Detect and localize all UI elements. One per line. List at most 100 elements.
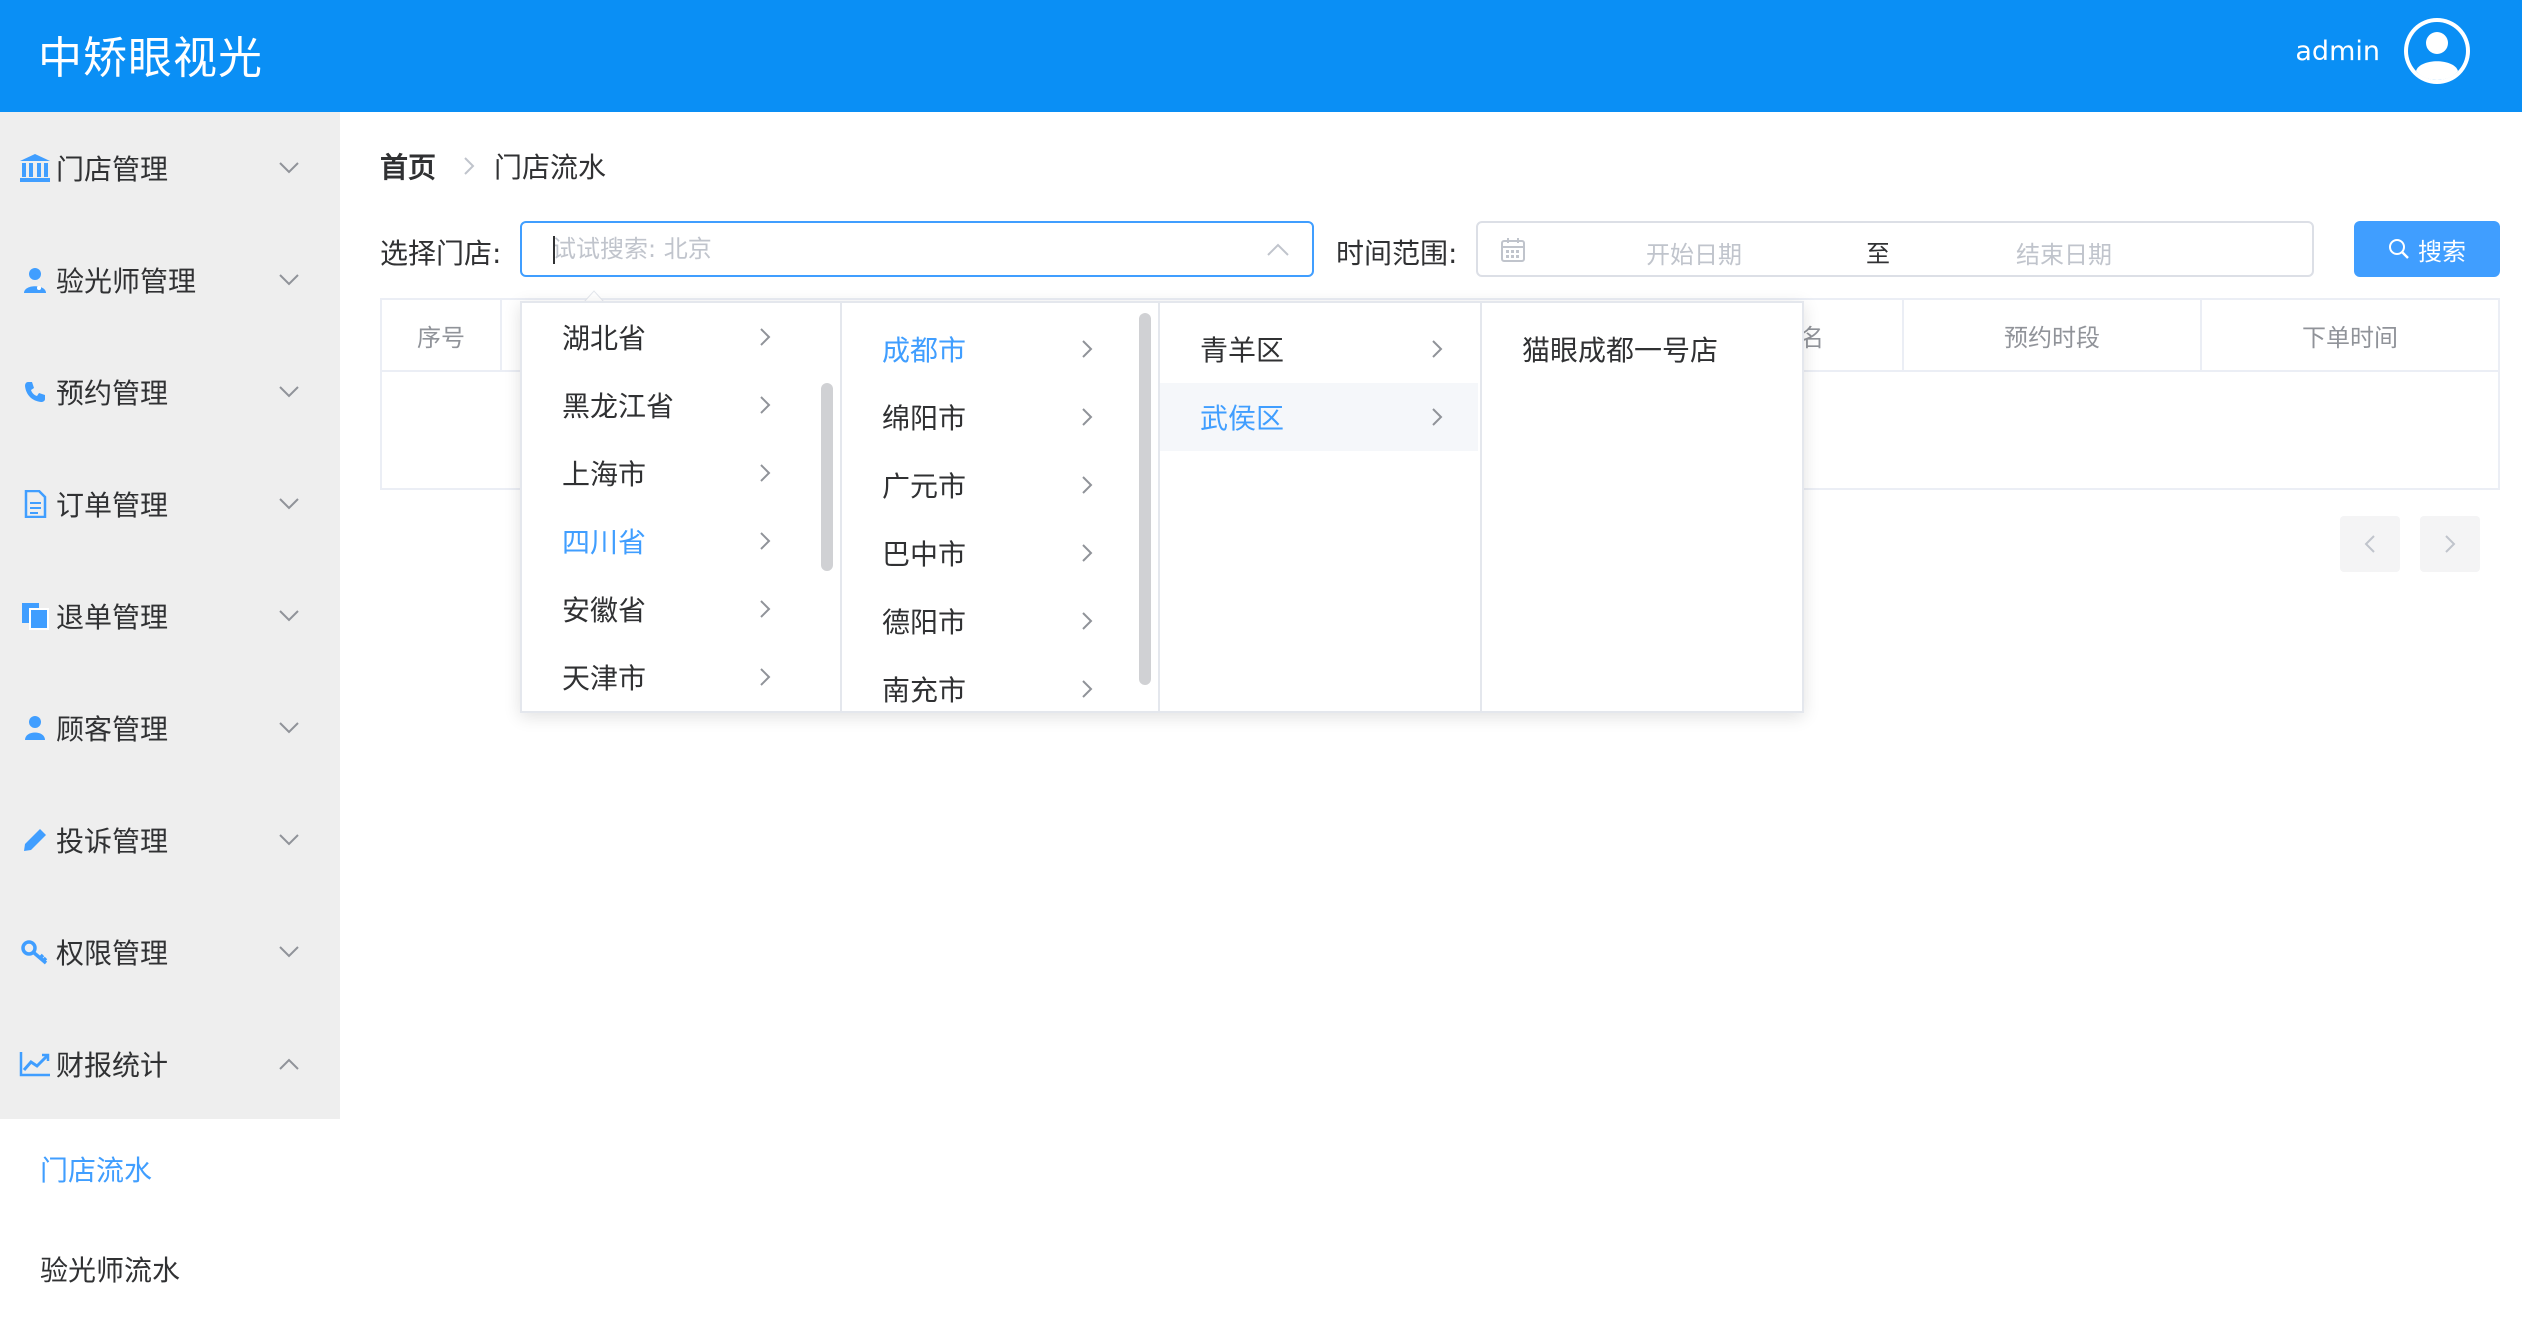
store-cascader-input[interactable] — [520, 221, 1314, 277]
breadcrumb-current: 门店流水 — [494, 151, 607, 184]
document-icon — [18, 487, 52, 521]
chevron-right-icon — [760, 668, 771, 686]
start-date-input[interactable]: 开始日期 — [1646, 235, 1742, 270]
chevron-down-icon — [279, 946, 299, 958]
search-icon — [2389, 239, 2409, 259]
option-label: 广元市 — [882, 470, 967, 503]
submenu-item-store-flow[interactable]: 门店流水 — [0, 1119, 340, 1219]
chevron-right-icon — [760, 532, 771, 550]
district-option-selected[interactable]: 武侯区 — [1160, 383, 1478, 451]
menu-item-complaint[interactable]: 投诉管理 — [0, 784, 340, 896]
city-scrollbar[interactable] — [1139, 313, 1151, 685]
bank-icon — [18, 151, 52, 185]
calendar-icon — [1501, 238, 1525, 262]
city-option-selected[interactable]: 成都市 — [842, 315, 1132, 383]
province-option[interactable]: 上海市 — [522, 439, 812, 507]
search-button-label: 搜索 — [2418, 237, 2466, 266]
range-separator: 至 — [1866, 240, 1890, 268]
menu-item-optometrist[interactable]: 验光师管理 — [0, 224, 340, 336]
province-option[interactable]: 安徽省 — [522, 575, 812, 643]
city-option[interactable]: 绵阳市 — [842, 383, 1132, 451]
cascader-dropdown: 湖北省 黑龙江省 上海市 四川省 安徽省 天津市 成都市 绵阳市 广元市 巴中市… — [520, 301, 1804, 713]
chevron-right-icon — [464, 157, 475, 175]
store-search-input[interactable] — [552, 223, 1252, 275]
option-label: 青羊区 — [1200, 334, 1285, 367]
menu-item-appointment[interactable]: 预约管理 — [0, 336, 340, 448]
username[interactable]: admin — [2295, 36, 2380, 67]
chevron-right-icon — [760, 328, 771, 346]
city-option[interactable]: 南充市 — [842, 655, 1132, 711]
city-option[interactable]: 巴中市 — [842, 519, 1132, 587]
chevron-down-icon — [279, 498, 299, 510]
search-button[interactable]: 搜索 — [2354, 221, 2500, 277]
user-icon — [18, 711, 52, 745]
province-option[interactable]: 黑龙江省 — [522, 371, 812, 439]
chevron-down-icon — [279, 162, 299, 174]
chevron-down-icon — [279, 834, 299, 846]
menu-label: 订单管理 — [56, 489, 169, 522]
chevron-right-icon — [1082, 544, 1093, 562]
menu-label: 投诉管理 — [56, 825, 169, 858]
submenu-item-optometrist-flow[interactable]: 验光师流水 — [0, 1219, 340, 1319]
menu-item-store[interactable]: 门店管理 — [0, 112, 340, 224]
province-option[interactable]: 湖北省 — [522, 303, 812, 371]
date-range-picker[interactable]: 开始日期 至 结束日期 — [1476, 221, 2314, 277]
chevron-right-icon — [760, 396, 771, 414]
city-panel: 成都市 绵阳市 广元市 巴中市 德阳市 南充市 — [842, 303, 1132, 711]
store-select-label: 选择门店: — [380, 237, 502, 270]
option-label: 猫眼成都一号店 — [1522, 334, 1719, 367]
sidebar: 门店管理 验光师管理 预约管理 订单管理 退单管理 顾客管理 投诉管理 权限管理… — [0, 112, 340, 1318]
option-label: 上海市 — [562, 458, 647, 491]
province-option[interactable]: 天津市 — [522, 643, 812, 711]
chevron-up-icon[interactable] — [1266, 242, 1290, 258]
user-area[interactable]: admin — [2295, 16, 2472, 86]
option-label: 巴中市 — [882, 538, 967, 571]
province-scrollbar[interactable] — [821, 383, 833, 571]
chevron-right-icon — [2445, 535, 2456, 553]
chevron-right-icon — [760, 464, 771, 482]
menu-item-finance[interactable]: 财报统计 — [0, 1008, 340, 1120]
store-panel: 猫眼成都一号店 — [1482, 303, 1802, 711]
prev-page-button[interactable] — [2340, 516, 2400, 572]
column-header-order-time: 下单时间 — [2302, 323, 2398, 352]
chevron-right-icon — [1082, 340, 1093, 358]
menu-item-order[interactable]: 订单管理 — [0, 448, 340, 560]
submenu-label: 验光师流水 — [40, 1254, 181, 1287]
pencil-icon — [18, 823, 52, 857]
avatar-icon[interactable] — [2402, 16, 2472, 86]
key-icon — [18, 935, 52, 969]
chevron-right-icon — [1432, 408, 1443, 426]
chevron-right-icon — [1082, 408, 1093, 426]
brand-title: 中矫眼视光 — [38, 33, 263, 84]
menu-label: 验光师管理 — [56, 265, 197, 298]
option-label: 湖北省 — [562, 322, 647, 355]
option-label: 武侯区 — [1200, 402, 1285, 435]
store-option[interactable]: 猫眼成都一号店 — [1482, 315, 1802, 383]
chevron-right-icon — [1082, 680, 1093, 698]
option-label: 安徽省 — [562, 594, 647, 627]
chevron-left-icon — [2364, 535, 2375, 553]
district-option[interactable]: 青羊区 — [1160, 315, 1478, 383]
column-header-slot: 预约时段 — [1902, 300, 2202, 370]
chevron-down-icon — [279, 610, 299, 622]
menu-item-permission[interactable]: 权限管理 — [0, 896, 340, 1008]
next-page-button[interactable] — [2420, 516, 2480, 572]
option-label: 黑龙江省 — [562, 390, 675, 423]
option-label: 成都市 — [882, 334, 967, 367]
option-label: 绵阳市 — [882, 402, 967, 435]
option-label: 天津市 — [562, 662, 647, 695]
breadcrumb-home[interactable]: 首页 — [380, 146, 436, 186]
chevron-right-icon — [1432, 340, 1443, 358]
city-option[interactable]: 广元市 — [842, 451, 1132, 519]
city-option[interactable]: 德阳市 — [842, 587, 1132, 655]
menu-item-refund[interactable]: 退单管理 — [0, 560, 340, 672]
menu-item-customer[interactable]: 顾客管理 — [0, 672, 340, 784]
breadcrumb: 首页 门店流水 — [380, 146, 606, 186]
chevron-down-icon — [279, 722, 299, 734]
chevron-up-icon — [279, 1058, 299, 1070]
chevron-right-icon — [760, 600, 771, 618]
end-date-input[interactable]: 结束日期 — [2016, 235, 2112, 270]
menu-label: 退单管理 — [56, 601, 169, 634]
province-option-selected[interactable]: 四川省 — [522, 507, 812, 575]
time-range-label: 时间范围: — [1336, 237, 1458, 270]
